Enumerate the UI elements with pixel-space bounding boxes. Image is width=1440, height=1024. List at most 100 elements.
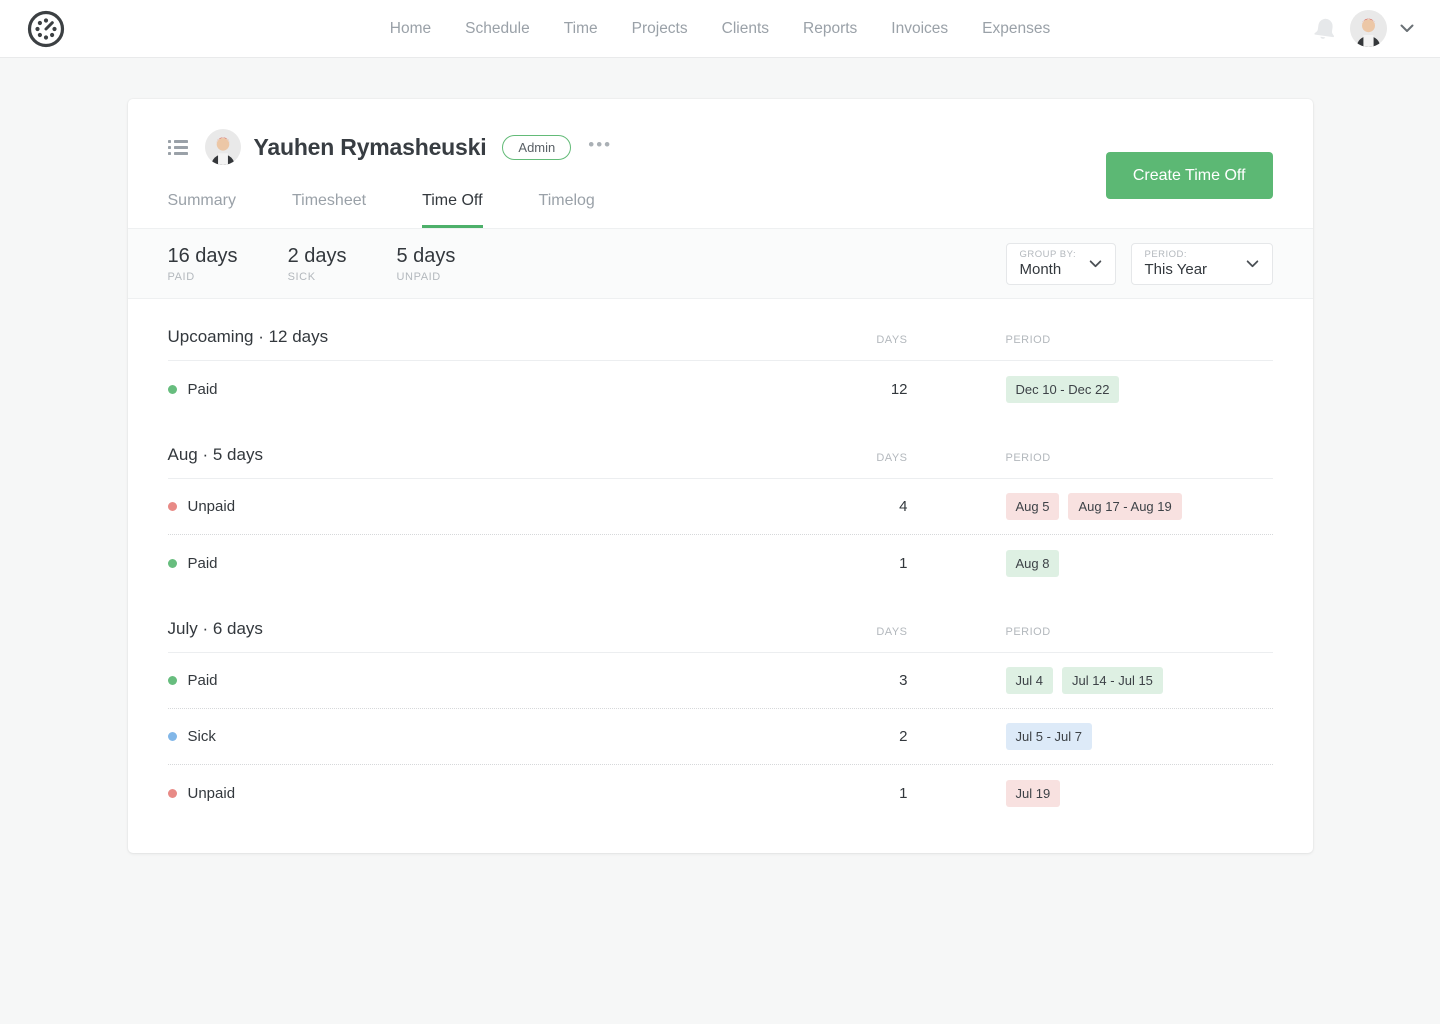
group-by-dropdown[interactable]: GROUP BY: Month (1006, 243, 1116, 285)
timeoff-type: Paid (188, 381, 218, 398)
type-dot-icon (168, 732, 177, 741)
timeoff-list: Upcoaming · 12 days DAYS PERIOD Paid 12 … (128, 299, 1313, 853)
timeoff-type: Paid (188, 555, 218, 572)
timeoff-section: Aug · 5 days DAYS PERIOD Unpaid 4 Aug 5A… (168, 417, 1273, 591)
top-nav: Home Schedule Time Projects Clients Reports In… (0, 0, 1440, 58)
period-badges: Jul 4 Jul 14 - Jul 15 (1006, 667, 1163, 694)
timeoff-days: 3 (899, 672, 907, 689)
period-badge[interactable]: Aug 17 - Aug 19 (1068, 493, 1181, 520)
timeoff-section: July · 6 days DAYS PERIOD Paid 3 Jul 4Ju… (168, 591, 1273, 821)
tab-timesheet[interactable]: Timesheet (292, 192, 366, 228)
filters: GROUP BY: Month PERIOD: This Year (1006, 243, 1273, 285)
section-title: July · 6 days (168, 619, 1273, 639)
type-dot-icon (168, 385, 177, 394)
stat-label: PAID (168, 271, 238, 283)
list-icon[interactable] (168, 139, 188, 155)
timeoff-row[interactable]: Paid 1 Aug 8 (168, 535, 1273, 591)
type-dot-icon (168, 676, 177, 685)
timeoff-row[interactable]: Paid 12 Dec 10 - Dec 22 (168, 361, 1273, 417)
member-name: Yauhen Rymasheuski (254, 134, 487, 161)
period-badge[interactable]: Aug 8 (1006, 550, 1060, 577)
card-header: Yauhen Rymasheuski Admin ••• Create Time… (128, 99, 1313, 228)
stat-value: 16 days (168, 245, 238, 268)
timeoff-days: 1 (899, 785, 907, 802)
timeoff-days: 2 (899, 728, 907, 745)
timeoff-section: Upcoaming · 12 days DAYS PERIOD Paid 12 … (168, 299, 1273, 417)
column-header-days: DAYS (876, 626, 907, 638)
group-by-value: Month (1020, 261, 1077, 278)
create-time-off-button[interactable]: Create Time Off (1106, 152, 1273, 199)
period-value: This Year (1145, 261, 1208, 278)
timeoff-type: Sick (188, 728, 216, 745)
column-header-period: PERIOD (1006, 626, 1051, 638)
nav-item-home[interactable]: Home (390, 20, 431, 38)
user-avatar[interactable] (1350, 10, 1387, 47)
group-by-label: GROUP BY: (1020, 249, 1077, 260)
role-badge: Admin (502, 135, 571, 160)
nav-item-clients[interactable]: Clients (722, 20, 769, 38)
timeoff-type: Unpaid (188, 785, 236, 802)
timeoff-days: 1 (899, 555, 907, 572)
account-chevron-down-icon[interactable] (1400, 24, 1414, 33)
period-badge[interactable]: Jul 19 (1006, 780, 1061, 807)
period-badges: Jul 5 - Jul 7 (1006, 723, 1092, 750)
period-badge[interactable]: Jul 5 - Jul 7 (1006, 723, 1092, 750)
section-title: Aug · 5 days (168, 445, 1273, 465)
timeoff-row[interactable]: Sick 2 Jul 5 - Jul 7 (168, 709, 1273, 765)
period-dropdown[interactable]: PERIOD: This Year (1131, 243, 1273, 285)
member-avatar (205, 129, 241, 165)
period-badges: Dec 10 - Dec 22 (1006, 376, 1120, 403)
section-rows: Unpaid 4 Aug 5 Aug 17 - Aug 19 Paid 1 Aug… (168, 479, 1273, 591)
nav-item-schedule[interactable]: Schedule (465, 20, 530, 38)
period-badge[interactable]: Jul 4 (1006, 667, 1053, 694)
tab-timelog[interactable]: Timelog (539, 192, 595, 228)
nav-right (1311, 10, 1414, 47)
section-header: Upcoaming · 12 days DAYS PERIOD (168, 327, 1273, 361)
stats-bar: 16 days PAID 2 days SICK 5 days UNPAID G… (128, 228, 1313, 299)
period-badges: Aug 5 Aug 17 - Aug 19 (1006, 493, 1182, 520)
stat-unpaid: 5 days UNPAID (397, 245, 456, 283)
timeoff-row[interactable]: Unpaid 1 Jul 19 (168, 765, 1273, 821)
timeoff-type: Paid (188, 672, 218, 689)
timeoff-type: Unpaid (188, 498, 236, 515)
timeoff-days: 4 (899, 498, 907, 515)
period-badge[interactable]: Dec 10 - Dec 22 (1006, 376, 1120, 403)
nav-item-expenses[interactable]: Expenses (982, 20, 1050, 38)
tab-time-off[interactable]: Time Off (422, 192, 482, 228)
column-header-days: DAYS (876, 334, 907, 346)
notification-bell-icon[interactable] (1311, 16, 1337, 42)
timeoff-row[interactable]: Paid 3 Jul 4 Jul 14 - Jul 15 (168, 653, 1273, 709)
stat-paid: 16 days PAID (168, 245, 238, 283)
nav-item-invoices[interactable]: Invoices (891, 20, 948, 38)
stat-label: SICK (288, 271, 347, 283)
stat-value: 5 days (397, 245, 456, 268)
stat-sick: 2 days SICK (288, 245, 347, 283)
type-dot-icon (168, 502, 177, 511)
chevron-down-icon (1246, 260, 1259, 268)
nav-item-reports[interactable]: Reports (803, 20, 857, 38)
period-badges: Aug 8 (1006, 550, 1060, 577)
section-rows: Paid 12 Dec 10 - Dec 22 (168, 361, 1273, 417)
type-dot-icon (168, 559, 177, 568)
column-header-days: DAYS (876, 452, 907, 464)
section-rows: Paid 3 Jul 4 Jul 14 - Jul 15 Sick 2 Jul 5… (168, 653, 1273, 821)
stats-group: 16 days PAID 2 days SICK 5 days UNPAID (168, 245, 506, 283)
nav-menu: Home Schedule Time Projects Clients Reports In… (390, 20, 1051, 38)
section-header: July · 6 days DAYS PERIOD (168, 619, 1273, 653)
tab-summary[interactable]: Summary (168, 192, 236, 228)
timeoff-row[interactable]: Unpaid 4 Aug 5 Aug 17 - Aug 19 (168, 479, 1273, 535)
period-badge[interactable]: Aug 5 (1006, 493, 1060, 520)
stat-value: 2 days (288, 245, 347, 268)
app-logo-icon[interactable] (26, 9, 66, 49)
type-dot-icon (168, 789, 177, 798)
nav-item-time[interactable]: Time (564, 20, 598, 38)
column-header-period: PERIOD (1006, 452, 1051, 464)
more-options-icon[interactable]: ••• (588, 136, 612, 159)
section-title: Upcoaming · 12 days (168, 327, 1273, 347)
section-header: Aug · 5 days DAYS PERIOD (168, 445, 1273, 479)
nav-item-projects[interactable]: Projects (632, 20, 688, 38)
period-badges: Jul 19 (1006, 780, 1061, 807)
column-header-period: PERIOD (1006, 334, 1051, 346)
period-badge[interactable]: Jul 14 - Jul 15 (1062, 667, 1163, 694)
chevron-down-icon (1089, 260, 1102, 268)
